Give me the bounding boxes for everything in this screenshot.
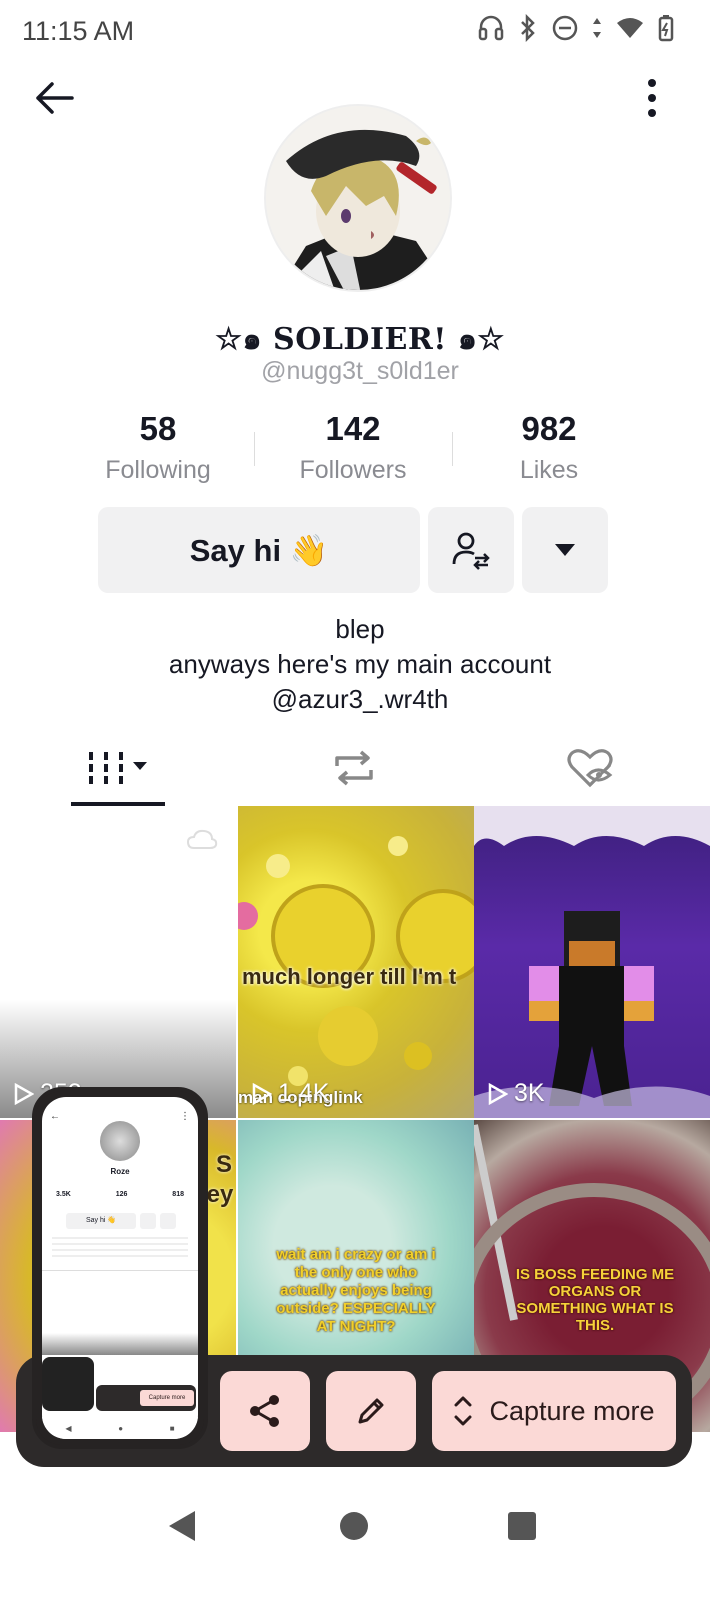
circle-home-icon [340,1512,368,1540]
back-button[interactable] [28,72,80,124]
capture-more-button[interactable]: Capture more [432,1371,676,1451]
preview-friend-button [140,1213,156,1229]
data-arrows-icon [593,18,601,38]
arrow-left-icon [36,82,74,114]
stat-label: Likes [519,456,579,484]
play-outline-icon [14,1082,34,1105]
expand-vertical-icon [454,1396,472,1426]
square-recents-icon [508,1512,536,1540]
tab-liked[interactable] [542,730,638,806]
preview-tabs [42,1263,198,1271]
stat-following[interactable]: 58 Following [78,410,238,485]
stat-value: 142 [325,410,381,447]
video-thumbnail[interactable]: 3K [474,806,710,1118]
screenshot-preview[interactable]: ← ⋮ Roze 3.5K 126 818 Say hi 👋 Capture m… [32,1087,208,1449]
avatar-illustration [266,106,450,290]
tab-videos[interactable] [70,730,166,806]
preview-grid [42,1333,198,1355]
profile-stats: 58 Following 142 Followers 982 Likes [100,410,600,490]
preview-panel: Capture more [96,1385,196,1411]
friends-button[interactable] [428,507,514,593]
preview-say-hi: Say hi 👋 [66,1213,136,1229]
stat-value: 982 [521,410,577,447]
triangle-back-icon [169,1511,195,1541]
nav-recents-button[interactable] [500,1504,544,1548]
system-nav-bar [0,1476,720,1600]
more-options-button[interactable] [626,72,678,124]
play-outline-icon [488,1082,508,1105]
preview-stat-value: 3.5K [56,1191,71,1198]
profile-avatar[interactable] [264,104,452,292]
stat-likes[interactable]: 982 Likes [469,410,629,485]
preview-more-icon: ⋮ [180,1111,190,1122]
view-count: 3K [488,1079,545,1108]
bio-line: blep [335,614,385,644]
user-swap-icon [452,532,490,570]
bio-line: anyways here's my main account [168,649,552,679]
tab-reposts[interactable] [306,730,402,806]
heart-hidden-icon [567,749,613,788]
preview-name: Roze [110,1167,130,1176]
views-label: 3K [514,1079,545,1107]
status-bar: 11:15 AM [0,0,720,60]
video-caption: IS BOSS FEEDING ME ORGANS OR SOMETHING W… [515,1266,675,1334]
bio-mention-link[interactable]: @azur3_.wr4th [0,682,720,717]
more-vertical-icon [648,79,656,117]
username: @nugg3t_s0ld1er [261,357,459,385]
stat-label: Following [105,456,211,484]
capture-more-label: Capture more [489,1395,655,1426]
status-icons [478,14,674,42]
grid-videos-icon [89,752,147,784]
say-hi-button[interactable]: Say hi 👋 [98,507,420,593]
wifi-icon [617,18,643,38]
video-thumbnail[interactable]: 252 [0,806,236,1118]
preview-bio [52,1237,188,1257]
preview-stat-value: 126 [115,1191,128,1198]
preview-back-icon: ← [50,1111,60,1122]
roblox-character-art [474,806,710,1118]
do-not-disturb-icon [552,15,578,41]
share-button[interactable] [220,1371,310,1451]
stat-label: Followers [299,456,407,484]
pencil-icon [358,1398,384,1424]
edit-button[interactable] [326,1371,416,1451]
stat-divider [254,432,255,466]
suggested-dropdown-button[interactable] [522,507,608,593]
preview-nested-thumb [42,1357,94,1411]
cloud-off-icon [186,829,218,849]
video-caption: much longer till I'm t [242,964,457,989]
headphones-icon [478,15,504,41]
stat-divider [452,432,453,466]
content-tabs [0,730,720,806]
stat-value: 58 [139,410,177,447]
bluetooth-icon [521,14,535,42]
preview-navbar: ◀ ● ■ [42,1417,198,1439]
video-thumbnail[interactable]: much longer till I'm t man copinglink 1.… [238,806,474,1118]
profile-bio: blep anyways here's my main account @azu… [0,612,720,717]
preview-drop-button [160,1213,176,1229]
preview-capture-more: Capture more [140,1390,194,1406]
stat-followers[interactable]: 142 Followers [273,410,433,485]
preview-screen: ← ⋮ Roze 3.5K 126 818 Say hi 👋 Capture m… [42,1097,198,1439]
nav-home-button[interactable] [332,1504,376,1548]
nav-back-button[interactable] [160,1504,204,1548]
play-outline-icon [252,1082,272,1105]
views-label: 1.4K [278,1079,330,1107]
video-caption: wait am i crazy or am i the only one who… [276,1246,436,1335]
caret-down-icon [555,544,575,556]
status-time: 11:15 AM [22,16,135,46]
share-icon [250,1395,279,1427]
preview-avatar [100,1121,140,1161]
view-count: 1.4K [252,1079,329,1108]
repost-icon [335,750,373,786]
yellow-beads-art [238,836,474,1086]
preview-stat-value: 818 [172,1191,184,1198]
display-name: ☆๑ SOLDIER! ๑☆ [215,322,505,357]
preview-stats: 3.5K 126 818 [56,1191,184,1198]
battery-icon [658,15,674,42]
